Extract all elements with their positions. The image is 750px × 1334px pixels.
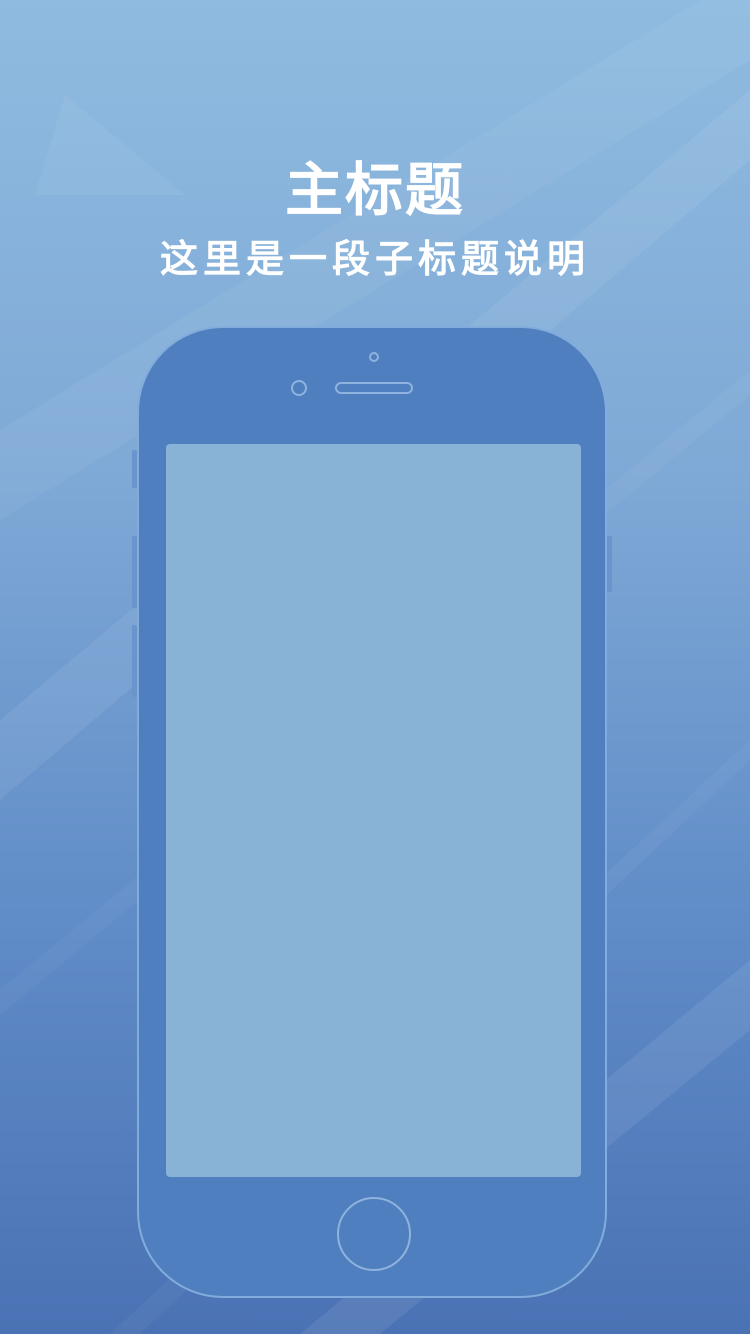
phone-screen-placeholder [166,444,581,1177]
page-title: 主标题 [284,156,465,224]
splash-screen: 主标题 这里是一段子标题说明 [0,0,750,1334]
phone-sensor-icon [369,352,379,362]
phone-home-button-icon [337,1197,411,1271]
phone-camera-icon [291,380,307,396]
phone-power-button [607,536,612,592]
page-subtitle: 这里是一段子标题说明 [159,237,590,281]
phone-speaker-icon [335,382,413,394]
